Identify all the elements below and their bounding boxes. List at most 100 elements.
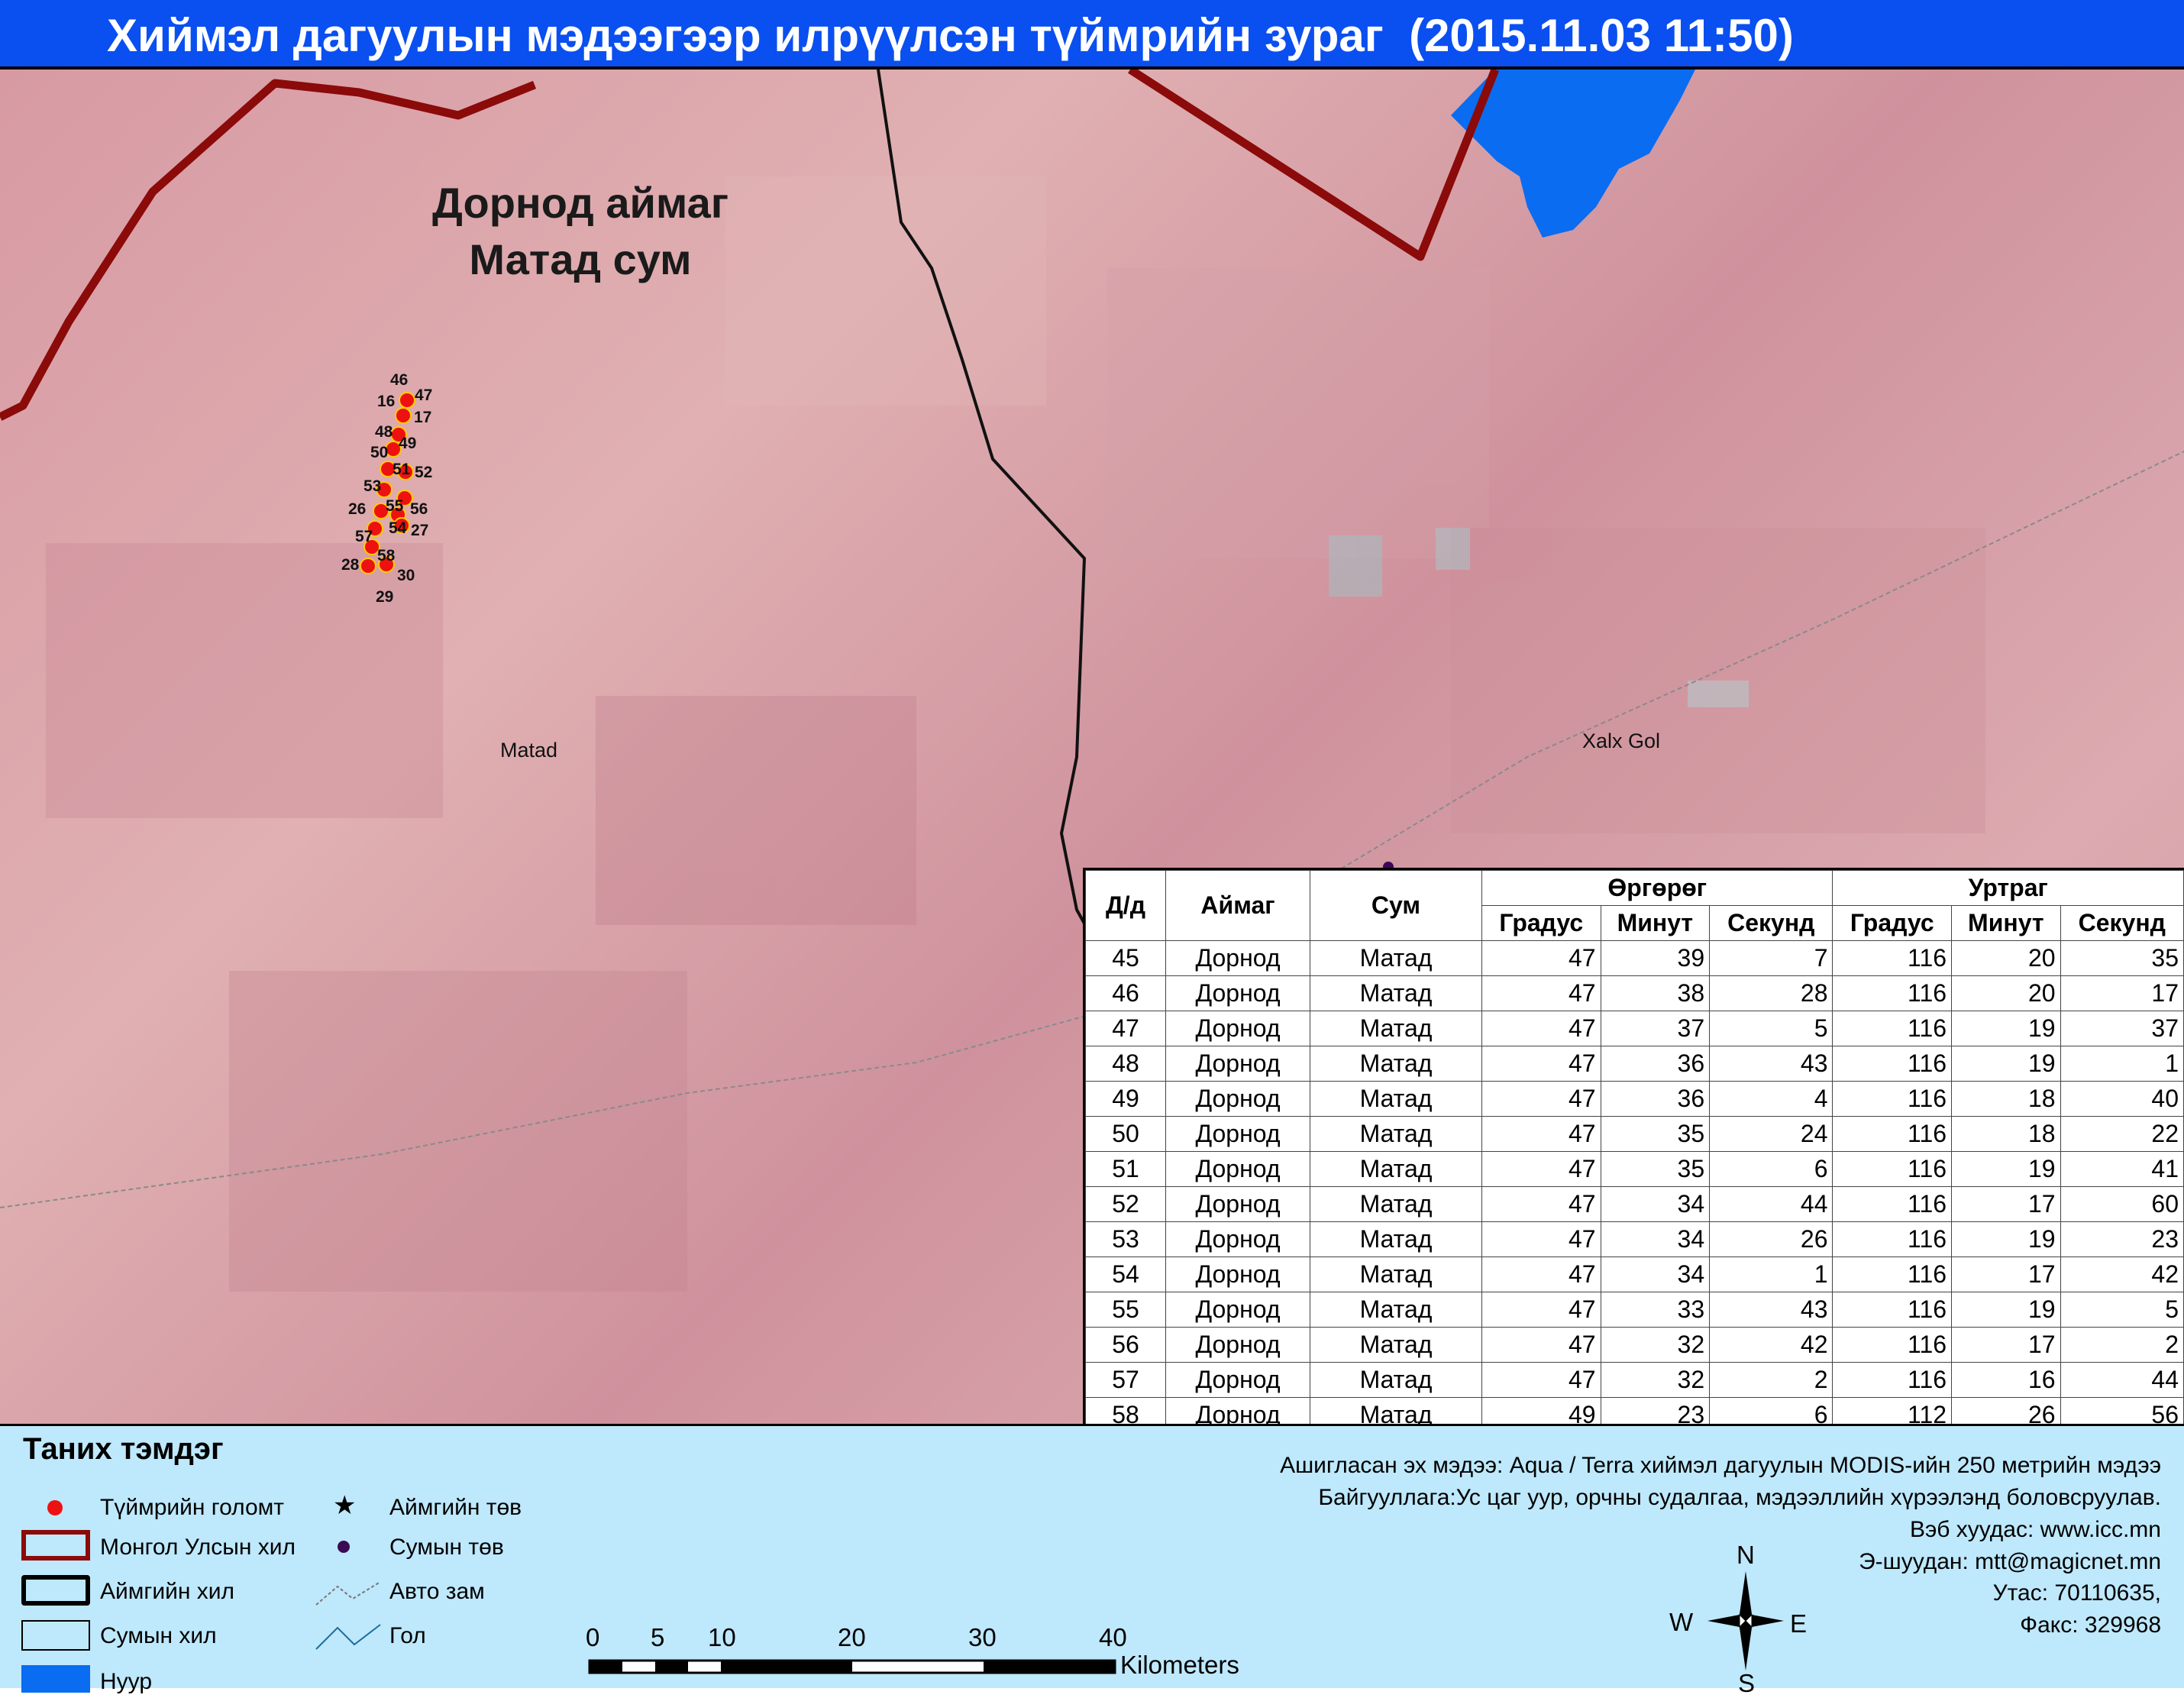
legend-fire-label: Түймрийн голомт xyxy=(100,1495,285,1520)
table-cell-lat-m: 33 xyxy=(1600,1292,1711,1328)
table-cell-lat-d: 47 xyxy=(1481,1186,1601,1222)
table-cell-aimag: Дорнод xyxy=(1165,1186,1310,1222)
legend-title: Таних тэмдэг xyxy=(23,1432,224,1466)
table-cell-lat-s: 2 xyxy=(1709,1362,1833,1398)
legend-aimag-border-label: Аймгийн хил xyxy=(100,1579,235,1604)
table-cell-sum: Матад xyxy=(1310,1046,1482,1082)
table-cell-dd: 46 xyxy=(1085,975,1166,1011)
table-cell-dd: 45 xyxy=(1085,940,1166,976)
table-cell-lon-d: 116 xyxy=(1832,1011,1953,1046)
table-cell-lat-s: 24 xyxy=(1709,1116,1833,1152)
scale-tick-label: 0 xyxy=(586,1623,600,1651)
table-row[interactable]: 47 Дорнод Матад 47 37 5 116 19 37 xyxy=(1085,1011,2184,1046)
fire-label: 16 xyxy=(377,393,395,410)
table-cell-lat-d: 47 xyxy=(1481,1151,1601,1187)
table-cell-lat-s: 7 xyxy=(1709,940,1833,976)
table-cell-lat-d: 47 xyxy=(1481,1327,1601,1363)
table-cell-aimag: Дорнод xyxy=(1165,1011,1310,1046)
table-cell-sum: Матад xyxy=(1310,1327,1482,1363)
table-cell-dd: 57 xyxy=(1085,1362,1166,1398)
fire-point[interactable] xyxy=(395,407,412,424)
col-header-latitude: Өргөрөг xyxy=(1481,870,1833,906)
legend-river-label: Гол xyxy=(389,1623,426,1648)
table-cell-lat-d: 47 xyxy=(1481,1362,1601,1398)
legend-sum-center-label: Сумын төв xyxy=(389,1535,504,1560)
place-label-xalx-gol: Xalx Gol xyxy=(1582,729,1661,752)
table-cell-lat-m: 32 xyxy=(1600,1362,1711,1398)
fire-point[interactable] xyxy=(399,392,415,409)
table-cell-aimag: Дорнод xyxy=(1165,1116,1310,1152)
table-cell-lon-d: 116 xyxy=(1832,1257,1953,1292)
col-header-aimag: Аймаг xyxy=(1165,870,1310,941)
legend-aimag-center-label: Аймгийн төв xyxy=(389,1495,522,1520)
fire-label: 53 xyxy=(363,477,381,495)
fire-coordinates-table: Д/д Аймаг Сум Өргөрөг Уртраг Градус Мину… xyxy=(1085,870,2184,1433)
table-cell-lon-m: 20 xyxy=(1951,975,2061,1011)
table-cell-lat-d: 47 xyxy=(1481,975,1601,1011)
region-label: Дорнод аймаг Матад сум xyxy=(374,175,787,288)
table-cell-lat-s: 43 xyxy=(1709,1046,1833,1082)
table-cell-lon-m: 19 xyxy=(1951,1046,2061,1082)
legend-road-label: Авто зам xyxy=(389,1579,485,1604)
place-label-matad: Matad xyxy=(500,739,558,762)
table-row[interactable]: 56 Дорнод Матад 47 32 42 116 17 2 xyxy=(1085,1327,2184,1363)
table-cell-sum: Матад xyxy=(1310,1257,1482,1292)
legend-panel: Таних тэмдэг Түймрийн голомт Монгол Улсы… xyxy=(0,1424,2184,1697)
table-row[interactable]: 48 Дорнод Матад 47 36 43 116 19 1 xyxy=(1085,1046,2184,1082)
table-cell-lon-s: 42 xyxy=(2060,1257,2184,1292)
scale-tick-label: 40 xyxy=(1099,1623,1127,1651)
table-cell-lat-m: 39 xyxy=(1600,940,1711,976)
table-row[interactable]: 53 Дорнод Матад 47 34 26 116 19 23 xyxy=(1085,1221,2184,1257)
table-cell-lon-s: 2 xyxy=(2060,1327,2184,1363)
col-header-lon-second: Секунд xyxy=(2060,905,2184,941)
legend-sum-border-symbol xyxy=(21,1620,90,1651)
table-cell-dd: 56 xyxy=(1085,1327,1166,1363)
sum-label: Матад сум xyxy=(469,235,692,283)
table-cell-lon-m: 17 xyxy=(1951,1327,2061,1363)
table-row[interactable]: 46 Дорнод Матад 47 38 28 116 20 17 xyxy=(1085,975,2184,1011)
table-cell-lat-d: 47 xyxy=(1481,1046,1601,1082)
table-row[interactable]: 45 Дорнод Матад 47 39 7 116 20 35 xyxy=(1085,940,2184,976)
col-header-lat-degree: Градус xyxy=(1481,905,1601,941)
table-cell-lon-d: 116 xyxy=(1832,1186,1953,1222)
table-cell-lat-m: 35 xyxy=(1600,1151,1711,1187)
info-website[interactable]: Вэб хуудас: www.icc.mn xyxy=(1910,1517,2161,1543)
table-cell-sum: Матад xyxy=(1310,1116,1482,1152)
map-title: Хиймэл дагуулын мэдээгээр илрүүлсэн түйм… xyxy=(107,10,1794,61)
table-row[interactable]: 55 Дорнод Матад 47 33 43 116 19 5 xyxy=(1085,1292,2184,1328)
table-cell-lon-d: 116 xyxy=(1832,940,1953,976)
table-cell-lon-s: 60 xyxy=(2060,1186,2184,1222)
table-row[interactable]: 57 Дорнод Матад 47 32 2 116 16 44 xyxy=(1085,1362,2184,1398)
table-row[interactable]: 49 Дорнод Матад 47 36 4 116 18 40 xyxy=(1085,1081,2184,1117)
table-cell-aimag: Дорнод xyxy=(1165,940,1310,976)
table-row[interactable]: 54 Дорнод Матад 47 34 1 116 17 42 xyxy=(1085,1257,2184,1292)
table-cell-dd: 53 xyxy=(1085,1221,1166,1257)
table-row[interactable]: 51 Дорнод Матад 47 35 6 116 19 41 xyxy=(1085,1151,2184,1187)
col-header-lon-degree: Градус xyxy=(1832,905,1953,941)
table-cell-lon-d: 116 xyxy=(1832,1221,1953,1257)
table-cell-lon-m: 17 xyxy=(1951,1257,2061,1292)
table-row[interactable]: 50 Дорнод Матад 47 35 24 116 18 22 xyxy=(1085,1116,2184,1152)
table-cell-lon-s: 37 xyxy=(2060,1011,2184,1046)
table-cell-sum: Матад xyxy=(1310,1292,1482,1328)
table-cell-lat-s: 5 xyxy=(1709,1011,1833,1046)
legend-sum-center-symbol xyxy=(338,1541,350,1553)
scale-unit-label: Kilometers xyxy=(1120,1651,1239,1679)
info-email[interactable]: Э-шуудан: mtt@magicnet.mn xyxy=(1859,1549,2161,1575)
fire-label: 50 xyxy=(370,444,388,461)
table-row[interactable]: 52 Дорнод Матад 47 34 44 116 17 60 xyxy=(1085,1186,2184,1222)
legend-aimag-center-star-icon: ★ xyxy=(333,1490,357,1521)
legend-country-border-label: Монгол Улсын хил xyxy=(100,1535,296,1560)
table-cell-lat-d: 47 xyxy=(1481,1221,1601,1257)
table-cell-lat-m: 36 xyxy=(1600,1081,1711,1117)
fire-point[interactable] xyxy=(360,558,376,574)
compass-south-label: S xyxy=(1738,1669,1756,1697)
table-cell-lon-s: 40 xyxy=(2060,1081,2184,1117)
table-cell-lon-m: 18 xyxy=(1951,1116,2061,1152)
table-cell-lon-d: 116 xyxy=(1832,1046,1953,1082)
legend-road-symbol xyxy=(315,1581,381,1606)
table-cell-lat-s: 26 xyxy=(1709,1221,1833,1257)
fire-label: 26 xyxy=(348,500,366,518)
table-cell-lat-m: 34 xyxy=(1600,1257,1711,1292)
table-cell-sum: Матад xyxy=(1310,1221,1482,1257)
